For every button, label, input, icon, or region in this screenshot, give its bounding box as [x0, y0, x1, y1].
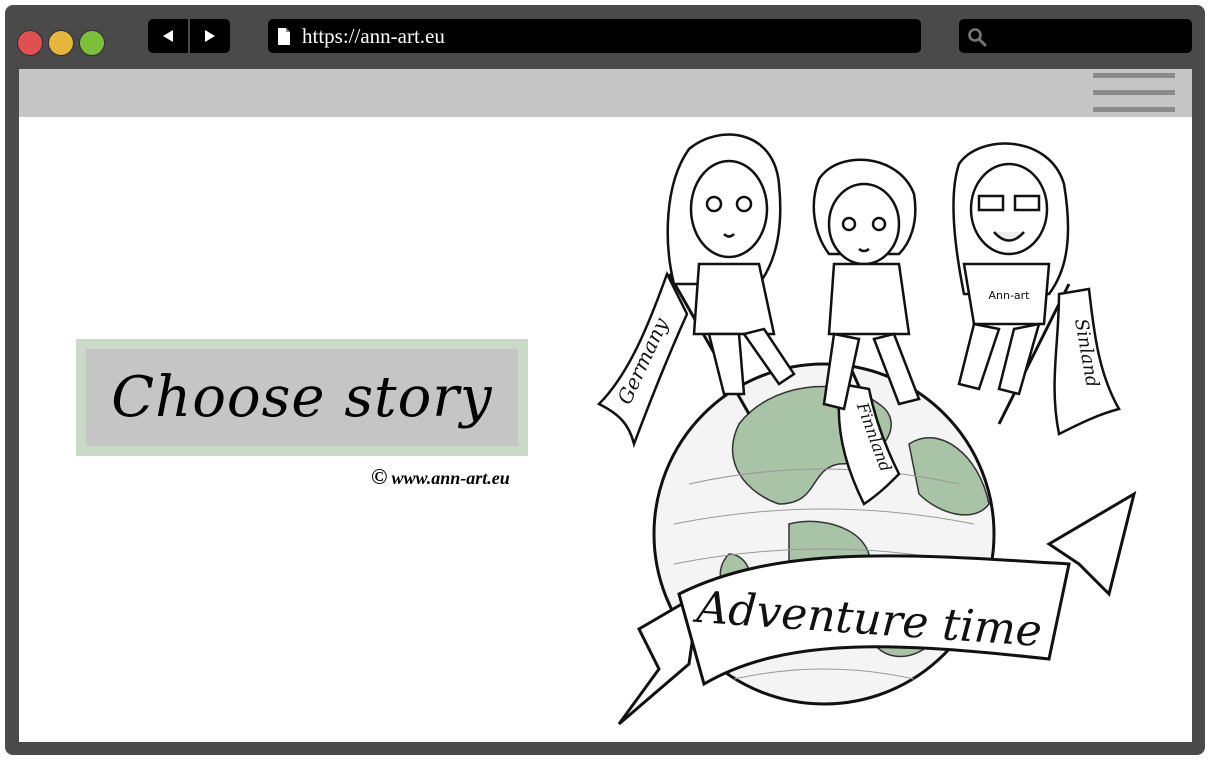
copyright-line: © www.ann-art.eu [371, 464, 510, 490]
hamburger-menu-icon[interactable] [1093, 73, 1175, 113]
right-character: Ann-art [952, 142, 1070, 396]
left-character [666, 133, 796, 396]
search-icon [968, 28, 987, 47]
back-arrow-icon [163, 30, 173, 42]
choose-story-label: Choose story [111, 365, 493, 430]
forward-button[interactable] [190, 19, 230, 53]
adventure-illustration: Adventure time Germany Finnland Sinland [596, 133, 1137, 726]
copyright-icon: © [371, 464, 388, 489]
shirt-text: Ann-art [988, 289, 1030, 302]
maximize-window-button[interactable] [79, 30, 105, 56]
copyright-text: www.ann-art.eu [391, 468, 510, 488]
page-icon [278, 28, 290, 45]
search-bar[interactable] [959, 19, 1192, 53]
close-window-button[interactable] [17, 30, 43, 56]
navigation-buttons [148, 19, 230, 53]
page-viewport: Choose story © www.ann-art.eu Adventure … [19, 69, 1192, 742]
address-bar[interactable]: https://ann-art.eu [268, 19, 921, 53]
minimize-window-button[interactable] [48, 30, 74, 56]
site-header [19, 69, 1192, 117]
choose-story-inner: Choose story [86, 349, 518, 446]
back-button[interactable] [148, 19, 188, 53]
forward-arrow-icon [205, 30, 215, 42]
choose-story-button[interactable]: Choose story [76, 339, 528, 456]
url-text: https://ann-art.eu [302, 24, 445, 48]
